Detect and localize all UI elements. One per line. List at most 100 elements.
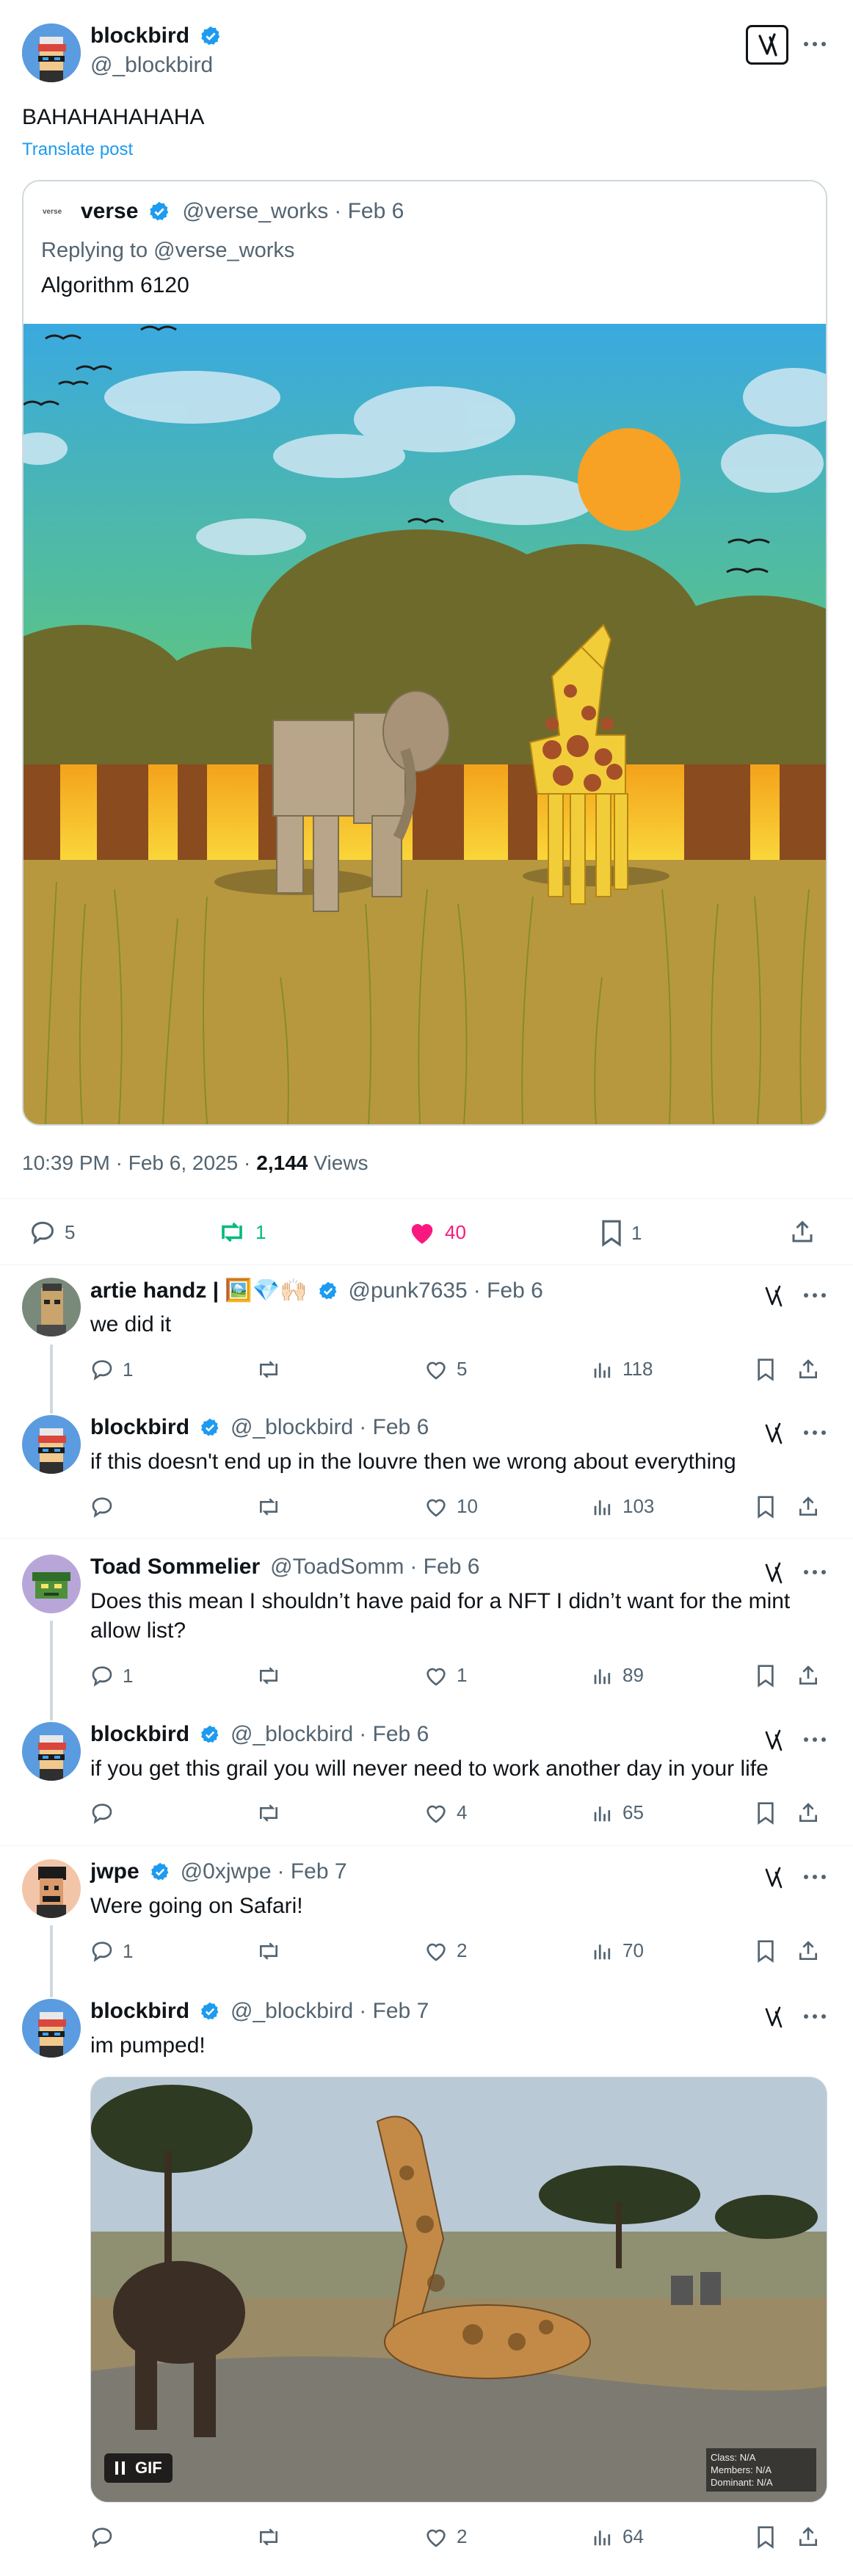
like-button[interactable]: 5 [424,1358,467,1381]
like-button[interactable]: 2 [424,1939,467,1962]
avatar[interactable] [22,1415,81,1474]
avatar[interactable] [22,1278,81,1336]
share-icon [799,2527,817,2546]
share-button[interactable] [796,2525,820,2549]
share-button[interactable] [796,1664,820,1687]
share-button[interactable] [796,1358,820,1381]
repost-button[interactable] [255,1939,282,1963]
more-options-icon[interactable] [800,1565,830,1580]
bookmark-button[interactable]: 1 [600,1219,642,1247]
views-button[interactable]: 70 [592,1939,644,1962]
savanna-artwork-image[interactable] [23,324,827,1126]
reply-button[interactable]: 5 [29,1219,75,1245]
bookmark-button[interactable] [756,1664,775,1687]
more-options-icon[interactable] [800,2009,830,2024]
repost-button[interactable] [255,1664,282,1687]
like-button[interactable]: 2 [424,2525,467,2548]
reply-button[interactable] [90,1495,123,1519]
reply-date[interactable]: · Feb 6 [473,1278,543,1303]
share-button[interactable] [796,1939,820,1963]
like-button[interactable]: 4 [424,1801,467,1824]
views-count: 64 [622,2525,644,2547]
author-name[interactable]: blockbird [90,23,189,48]
more-options-icon[interactable] [800,1288,830,1303]
reply-icon [92,1666,112,1687]
bookmark-icon [758,1358,774,1381]
more-options-icon[interactable] [800,1732,830,1747]
share-button[interactable] [796,1801,820,1825]
bookmark-button[interactable] [756,1495,775,1519]
reply-author-handle[interactable]: @punk7635 [349,1278,468,1303]
like-button[interactable]: 10 [424,1495,478,1518]
bookmark-button[interactable] [756,1358,775,1381]
reply-author-handle[interactable]: @ToadSomm [270,1555,404,1580]
grok-icon[interactable] [761,1284,785,1309]
avatar[interactable] [22,1859,81,1918]
reply-button[interactable] [90,1801,123,1825]
views-button[interactable]: 64 [592,2525,644,2548]
like-button[interactable]: 40 [408,1219,466,1245]
reply-button[interactable]: 1 [90,1939,133,1963]
grok-icon[interactable] [761,1865,785,1890]
gif-badge-label: GIF [135,2459,162,2477]
reply-author-name[interactable]: blockbird [90,1999,189,2024]
reply-date[interactable]: · Feb 6 [410,1555,479,1580]
views-chart-icon [594,1362,611,1378]
grok-icon[interactable] [761,1728,785,1753]
reply-date[interactable]: · Feb 6 [359,1415,429,1440]
verified-badge-icon [201,2002,219,2020]
avatar[interactable] [22,1722,81,1781]
bookmark-icon [758,1802,774,1825]
reply-author-name[interactable]: blockbird [90,1722,189,1747]
reply-date[interactable]: · Feb 6 [359,1722,429,1747]
views-button[interactable]: 65 [592,1801,644,1824]
repost-button[interactable] [255,2525,282,2549]
reply-author-handle[interactable]: @_blockbird [231,1999,353,2024]
share-icon [799,1941,817,1960]
more-options-icon[interactable] [800,37,830,51]
reply-date[interactable]: · Feb 7 [359,1999,429,2024]
grok-icon[interactable] [761,1560,785,1585]
gif-pause-badge[interactable]: GIF [104,2453,173,2483]
gif-media[interactable]: GIF Class: N/A Members: N/A Dominant: N/… [90,2077,827,2503]
more-options-icon[interactable] [800,1425,830,1440]
quoted-post-card[interactable]: verse verse @verse_works · Feb 6 Replyin… [22,180,827,1126]
bookmark-button[interactable] [756,1801,775,1825]
repost-button[interactable] [255,1358,282,1381]
reply-button[interactable] [90,2525,123,2549]
share-button[interactable] [789,1219,816,1245]
views-button[interactable]: 89 [592,1664,644,1687]
avatar[interactable] [22,1999,81,2058]
avatar[interactable] [22,1555,81,1613]
repost-button[interactable]: 1 [217,1219,266,1245]
views-button[interactable]: 118 [592,1358,653,1381]
grok-icon[interactable] [761,2005,785,2030]
reply-author-handle[interactable]: @0xjwpe [181,1859,272,1884]
share-button[interactable] [796,1495,820,1519]
reply-text: im pumped! [90,2033,206,2058]
bookmark-button[interactable] [756,1939,775,1963]
grok-button[interactable] [746,25,788,65]
more-options-icon[interactable] [800,1870,830,1884]
reply-count: 5 [65,1220,76,1243]
translate-link[interactable]: Translate post [22,140,133,160]
like-count: 4 [457,1801,468,1823]
reply-date[interactable]: · Feb 7 [277,1859,347,1884]
reply-author-name[interactable]: blockbird [90,1415,189,1440]
reply-author-name[interactable]: jwpe [90,1859,139,1884]
bookmark-button[interactable] [756,2525,775,2549]
like-button[interactable]: 1 [424,1664,467,1687]
avatar[interactable] [22,23,81,82]
author-handle[interactable]: @_blockbird [90,53,213,78]
reply-author-handle[interactable]: @_blockbird [231,1415,353,1440]
reply-button[interactable]: 1 [90,1358,133,1381]
repost-button[interactable] [255,1495,282,1519]
repost-button[interactable] [255,1801,282,1825]
reply-author-handle[interactable]: @_blockbird [231,1722,353,1747]
reply-button[interactable]: 1 [90,1664,133,1687]
reply-author-name[interactable]: artie handz | 🖼️💎🙌🏻 [90,1278,308,1303]
views-button[interactable]: 103 [592,1495,654,1518]
grok-icon[interactable] [761,1421,785,1446]
reply-author-name[interactable]: Toad Sommelier [90,1555,260,1580]
post-timestamp[interactable]: 10:39 PM · Feb 6, 2025 · [22,1151,250,1175]
